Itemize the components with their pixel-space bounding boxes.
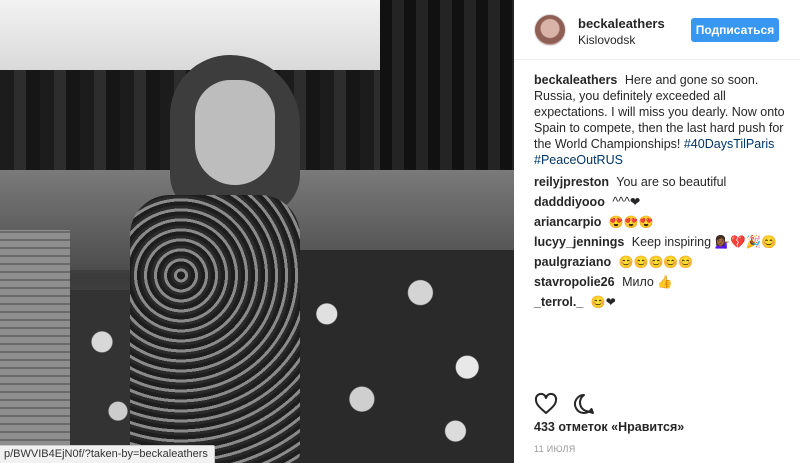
caption: beckaleathers Here and gone so soon. Rus… — [534, 72, 790, 168]
post-side-panel: beckaleathers Kislovodsk Подписаться bec… — [514, 0, 800, 463]
comment-text: 😍😍😍 — [608, 215, 654, 229]
comment-item: dadddiyooo ^^^❤ — [534, 194, 790, 210]
comment-username[interactable]: paulgraziano — [534, 255, 611, 269]
comment-item: ariancarpio 😍😍😍 — [534, 214, 790, 230]
caption-username[interactable]: beckaleathers — [534, 73, 617, 87]
comment-item: lucyy_jennings Keep inspiring 💁🏾‍♀️💔🎉😊 — [534, 234, 790, 250]
avatar[interactable] — [534, 14, 566, 46]
comment-item: paulgraziano 😊😊😊😊😊 — [534, 254, 790, 270]
comment-username[interactable]: dadddiyooo — [534, 195, 605, 209]
hashtag-link[interactable]: #PeaceOutRUS — [534, 153, 623, 167]
comment-username[interactable]: reilyjpreston — [534, 175, 609, 189]
comment-icon[interactable] — [572, 392, 596, 416]
comment-item: stavropolie26 Мило 👍 — [534, 274, 790, 290]
heart-icon[interactable] — [534, 392, 558, 416]
comment-item: _terrol._ 😊❤ — [534, 294, 790, 310]
post-photo[interactable]: p/BWVIB4EjN0f/?taken-by=beckaleathers — [0, 0, 514, 463]
comment-text: Мило 👍 — [622, 275, 673, 289]
post-date: 11 ИЮЛЯ — [534, 444, 576, 454]
comment-username[interactable]: _terrol._ — [534, 295, 583, 309]
status-url: p/BWVIB4EjN0f/?taken-by=beckaleathers — [0, 445, 215, 463]
comment-username[interactable]: ariancarpio — [534, 215, 601, 229]
header-location[interactable]: Kislovodsk — [578, 33, 635, 47]
comments-list: beckaleathers Here and gone so soon. Rus… — [534, 72, 790, 314]
hashtag-link[interactable]: #40DaysTilParis — [684, 137, 775, 151]
comment-item: reilyjpreston You are so beautiful — [534, 174, 790, 190]
post-header: beckaleathers Kislovodsk Подписаться — [514, 0, 800, 60]
comment-username[interactable]: stavropolie26 — [534, 275, 615, 289]
post-actions — [534, 392, 606, 416]
comment-text: ^^^❤ — [612, 195, 641, 209]
photo-face — [195, 80, 275, 185]
comment-text: Keep inspiring 💁🏾‍♀️💔🎉😊 — [631, 235, 777, 249]
photo-dress — [130, 195, 300, 463]
comment-text: 😊😊😊😊😊 — [618, 255, 694, 269]
photo-subject — [120, 55, 320, 463]
likes-count[interactable]: 433 отметок «Нравится» — [534, 420, 684, 434]
comment-text: You are so beautiful — [616, 175, 727, 189]
header-username[interactable]: beckaleathers — [578, 16, 665, 31]
comment-text: 😊❤ — [590, 295, 616, 309]
photo-tall-trees — [380, 0, 514, 175]
photo-path — [0, 230, 70, 463]
comment-username[interactable]: lucyy_jennings — [534, 235, 624, 249]
follow-button[interactable]: Подписаться — [691, 18, 779, 42]
